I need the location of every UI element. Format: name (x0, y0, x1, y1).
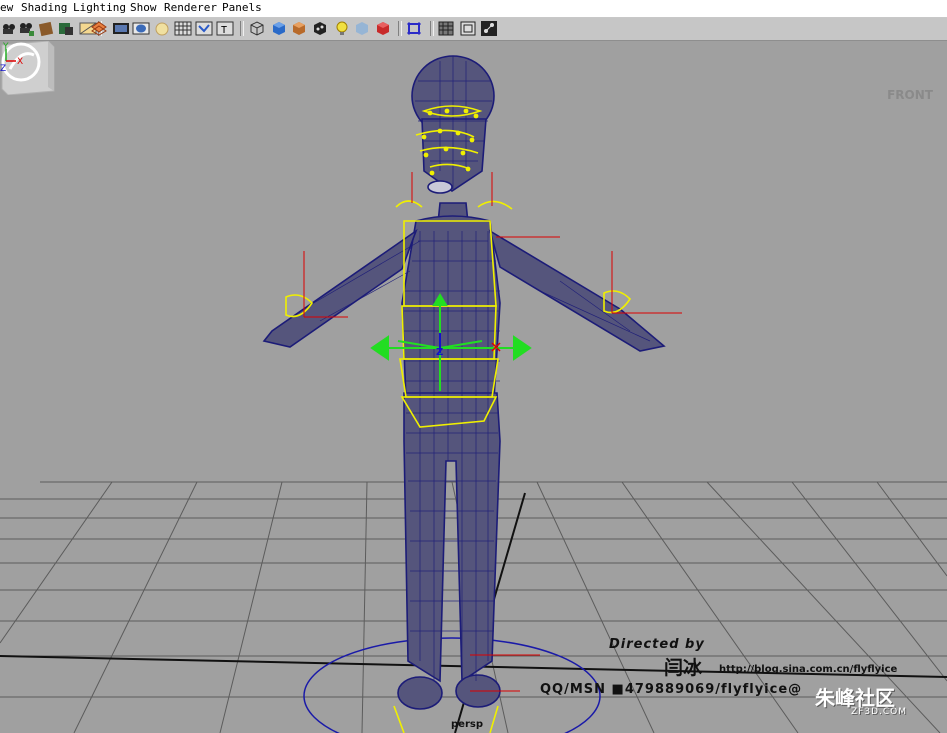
axis-z-label: Z (0, 64, 6, 73)
show-grid-icon[interactable] (459, 20, 477, 37)
camera-attributes-icon[interactable] (17, 20, 35, 37)
watermark-domain: ZF3D.COM (851, 707, 907, 717)
isolate-view-icon[interactable] (437, 20, 455, 37)
perspective-viewport[interactable]: Z FRONT Directed by 闫冰 http://blog.sina.… (0, 41, 947, 733)
world-axis-gizmo: Y X Z (0, 42, 23, 73)
menu-lighting[interactable]: Lighting (73, 1, 126, 14)
snapshot-icon[interactable] (480, 20, 498, 37)
credit-directed-by: Directed by (609, 637, 705, 652)
axis-y-label: Y (2, 42, 9, 52)
wireframe-cube-icon[interactable] (248, 20, 266, 37)
camera-select-icon[interactable] (0, 20, 18, 37)
shadows-icon[interactable] (311, 20, 329, 37)
axis-x-label: X (17, 57, 23, 67)
bookmark-icon[interactable] (37, 20, 55, 37)
svg-text:T: T (221, 25, 227, 36)
menu-show[interactable]: Show (130, 1, 157, 14)
resolution-gate-icon[interactable] (153, 20, 171, 37)
wireframe-on-shaded-icon[interactable] (112, 20, 130, 37)
credit-url: http://blog.sina.com.cn/flyflyice (719, 664, 898, 675)
menu-shading[interactable]: Shading (21, 1, 67, 14)
menu-view[interactable]: ew (0, 1, 13, 14)
default-material-icon[interactable] (374, 20, 392, 37)
safe-title-icon[interactable] (195, 20, 213, 37)
credit-author: 闫冰 (664, 657, 703, 679)
high-quality-icon[interactable] (353, 20, 371, 37)
safe-action-icon[interactable]: T (216, 20, 234, 37)
camera-name-label: persp (451, 719, 483, 730)
manipulator-axis-label: Z (436, 347, 443, 358)
smooth-shade-icon[interactable] (270, 20, 288, 37)
select-highlight-icon[interactable] (405, 20, 423, 37)
credit-contact: QQ/MSN ■479889069/flyflyice@ (540, 682, 803, 697)
grid-icon[interactable] (132, 20, 150, 37)
textured-icon[interactable] (290, 20, 308, 37)
xray-icon[interactable] (90, 20, 108, 37)
menu-renderer[interactable]: Renderer (164, 1, 217, 14)
menu-panels[interactable]: Panels (222, 1, 262, 14)
image-plane-icon[interactable] (57, 20, 75, 37)
scene-canvas: Z (0, 55, 947, 733)
film-gate-icon[interactable] (174, 20, 192, 37)
use-lights-icon[interactable] (333, 20, 351, 37)
viewcube-face-label[interactable]: FRONT (884, 88, 936, 102)
panel-toolbar: T (0, 18, 947, 41)
viewport-menu-bar: ew Shading Lighting Show Renderer Panels (0, 0, 947, 18)
